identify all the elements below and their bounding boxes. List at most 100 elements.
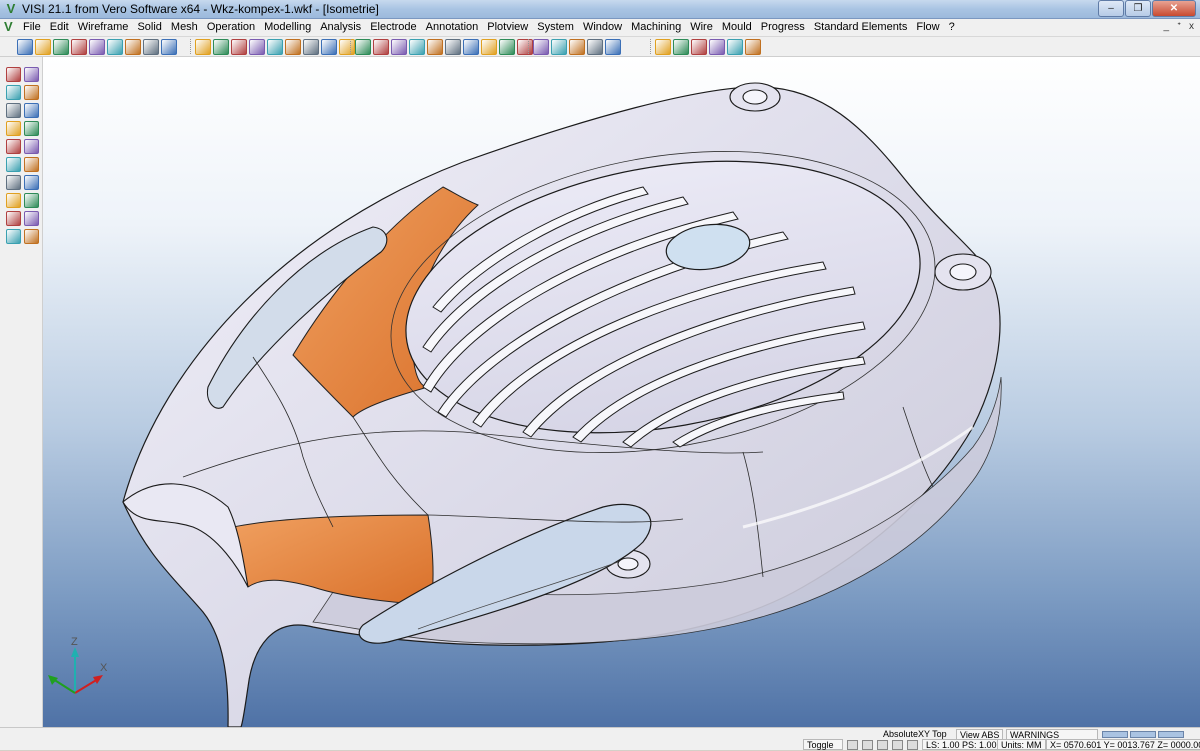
minimize-button[interactable]: – xyxy=(1098,0,1124,17)
wheel-icon[interactable] xyxy=(6,211,21,226)
annotate-icon[interactable] xyxy=(499,39,515,55)
copy-icon[interactable] xyxy=(427,39,443,55)
question-icon[interactable] xyxy=(6,175,21,190)
save-icon[interactable] xyxy=(71,39,87,55)
join-icon[interactable] xyxy=(24,103,39,118)
view-toolbar xyxy=(194,38,356,56)
menu-bar: V File Edit Wireframe Solid Mesh Operation Mod… xyxy=(0,19,1200,37)
status-grid-icon[interactable] xyxy=(847,740,858,750)
status-layer-icon[interactable] xyxy=(907,740,918,750)
filter-icon[interactable] xyxy=(373,39,389,55)
window-icon[interactable] xyxy=(24,211,39,226)
layer-toolbar xyxy=(354,38,534,56)
layer-icon[interactable] xyxy=(355,39,371,55)
delete-icon[interactable] xyxy=(6,121,21,136)
refresh-icon[interactable] xyxy=(321,39,337,55)
graphics-viewport[interactable]: Z X xyxy=(43,57,1200,727)
selection-icon[interactable] xyxy=(445,39,461,55)
new-icon[interactable] xyxy=(17,39,33,55)
menu-mould[interactable]: Mould xyxy=(717,19,756,37)
menu-electrode[interactable]: Electrode xyxy=(365,19,420,37)
measure-icon[interactable] xyxy=(463,39,479,55)
menu-flow[interactable]: Flow xyxy=(911,19,943,37)
toggle-button[interactable]: Toggle xyxy=(803,739,843,750)
menu-help[interactable]: ? xyxy=(944,19,959,37)
cube-icon[interactable] xyxy=(745,39,761,55)
solid-box-icon[interactable] xyxy=(551,39,567,55)
open-recent-icon[interactable] xyxy=(53,39,69,55)
point-icon[interactable] xyxy=(533,39,549,55)
rotate-icon[interactable] xyxy=(6,157,21,172)
select-icon[interactable] xyxy=(6,67,21,82)
menu-wireframe[interactable]: Wireframe xyxy=(73,19,133,37)
render-icon[interactable] xyxy=(267,39,283,55)
globe-icon[interactable] xyxy=(285,39,301,55)
open-icon[interactable] xyxy=(35,39,51,55)
mdi-close-button[interactable]: x xyxy=(1189,21,1194,32)
mdi-minimize-button[interactable]: _ xyxy=(1164,21,1170,32)
shaded-active-icon[interactable] xyxy=(249,39,265,55)
frame-icon[interactable] xyxy=(143,39,159,55)
offset-icon[interactable] xyxy=(24,121,39,136)
grid-icon[interactable] xyxy=(125,39,141,55)
hidden-icon[interactable] xyxy=(213,39,229,55)
dynamic-icon[interactable] xyxy=(231,39,247,55)
trim-icon[interactable] xyxy=(6,85,21,100)
arrow-right-icon[interactable] xyxy=(24,229,39,244)
menu-window[interactable]: Window xyxy=(578,19,626,37)
zoom-icon[interactable] xyxy=(303,39,319,55)
menu-system[interactable]: System xyxy=(532,19,578,37)
menu-file[interactable]: File xyxy=(18,19,45,37)
status-snap-icon[interactable] xyxy=(862,740,873,750)
menu-progress[interactable]: Progress xyxy=(756,19,809,37)
menu-mesh[interactable]: Mesh xyxy=(166,19,202,37)
menu-plotview[interactable]: Plotview xyxy=(482,19,532,37)
axis-triad: Z X xyxy=(48,636,108,694)
menu-solid[interactable]: Solid xyxy=(132,19,165,37)
menu-modelling[interactable]: Modelling xyxy=(259,19,315,37)
move-icon[interactable] xyxy=(605,39,621,55)
rotate-icon[interactable] xyxy=(655,39,671,55)
cursor-icon[interactable] xyxy=(24,67,39,82)
eraser-icon[interactable] xyxy=(6,193,21,208)
close-button[interactable]: ✕ xyxy=(1152,0,1196,17)
menu-wire[interactable]: Wire xyxy=(685,19,717,37)
maximize-button[interactable]: ❐ xyxy=(1125,0,1151,17)
extend-icon[interactable] xyxy=(24,85,39,100)
arrow-left-icon[interactable] xyxy=(6,229,21,244)
block-icon[interactable] xyxy=(24,175,39,190)
shade-icon[interactable] xyxy=(161,39,177,55)
mesh-icon[interactable] xyxy=(569,39,585,55)
dimension-icon[interactable] xyxy=(481,39,497,55)
mdi-restore-button[interactable]: ᐩ xyxy=(1177,21,1181,32)
part-model[interactable]: Z X xyxy=(43,57,1200,727)
menu-annotation[interactable]: Annotation xyxy=(421,19,483,37)
cut-icon[interactable] xyxy=(6,139,21,154)
scale-icon[interactable] xyxy=(673,39,689,55)
print-icon[interactable] xyxy=(107,39,123,55)
status-ortho-icon[interactable] xyxy=(892,740,903,750)
break-icon[interactable] xyxy=(6,103,21,118)
status-bar: Absolute XY Top View ABS WARNINGS Toggle… xyxy=(0,727,1200,750)
magnifier-icon[interactable] xyxy=(24,193,39,208)
panel-icon[interactable] xyxy=(391,39,407,55)
document-icon[interactable]: V xyxy=(4,20,18,34)
save-as-icon[interactable] xyxy=(89,39,105,55)
link-icon[interactable] xyxy=(709,39,725,55)
status-coordinates: X= 0570.601 Y= 0013.767 Z= 0000.000 xyxy=(1046,739,1200,750)
menu-standard-elements[interactable]: Standard Elements xyxy=(809,19,912,37)
hand-icon[interactable] xyxy=(587,39,603,55)
color-icon[interactable] xyxy=(727,39,743,55)
camera-icon[interactable] xyxy=(24,157,39,172)
status-lock-icon[interactable] xyxy=(877,740,888,750)
menu-machining[interactable]: Machining xyxy=(626,19,685,37)
menu-analysis[interactable]: Analysis xyxy=(315,19,365,37)
mirror-icon[interactable] xyxy=(691,39,707,55)
status-color-swatch-1 xyxy=(1102,731,1128,738)
visi-logo-icon: V xyxy=(6,1,16,16)
page-icon[interactable] xyxy=(409,39,425,55)
project-icon[interactable] xyxy=(24,139,39,154)
wire-icon[interactable] xyxy=(195,39,211,55)
menu-edit[interactable]: Edit xyxy=(45,19,73,37)
menu-operation[interactable]: Operation xyxy=(202,19,259,37)
